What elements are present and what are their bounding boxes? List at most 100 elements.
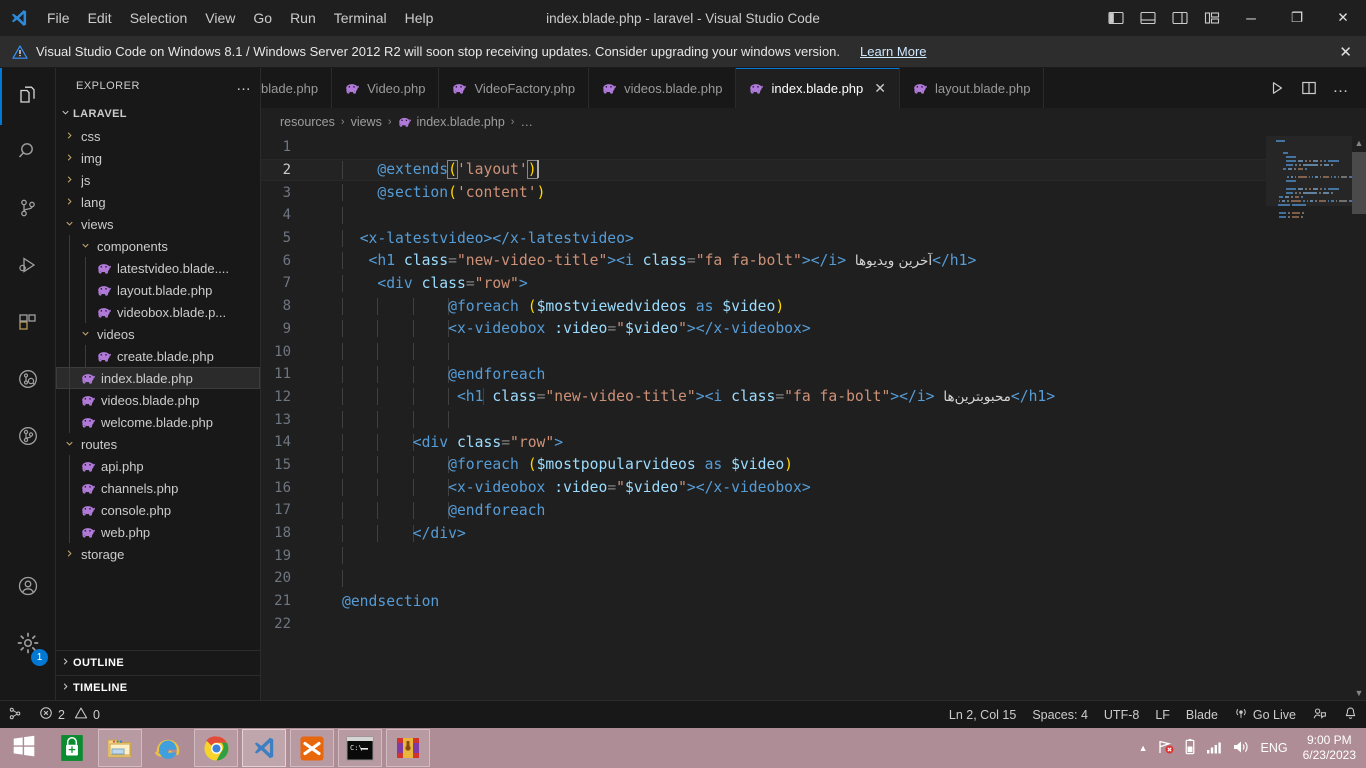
code-line[interactable]: 22	[261, 612, 1266, 635]
editor-tab-videofactory-php[interactable]: VideoFactory.php	[439, 68, 590, 108]
status-notifications[interactable]	[1335, 701, 1366, 729]
status-eol[interactable]: LF	[1147, 701, 1178, 729]
signal-icon[interactable]	[1205, 739, 1223, 758]
line-content[interactable]: @endsection	[313, 593, 1266, 610]
code-line[interactable]: 9 <x-videobox :video="$video"></x-videob…	[261, 318, 1266, 341]
tree-item-components[interactable]: components	[56, 235, 260, 257]
code-line[interactable]: 1	[261, 136, 1266, 159]
more-actions-button[interactable]: …	[1326, 73, 1356, 103]
breadcrumb-item[interactable]: …	[520, 115, 533, 129]
code-line[interactable]: 3 @section('content')	[261, 181, 1266, 204]
tree-item-lang[interactable]: lang	[56, 191, 260, 213]
taskbar-visual-studio-code[interactable]	[242, 729, 286, 767]
code-line[interactable]: 10	[261, 340, 1266, 363]
line-content[interactable]: <div class="row">	[313, 433, 1266, 451]
activity-item-search[interactable]	[0, 125, 56, 182]
taskbar-command-prompt[interactable]: C:\	[338, 729, 382, 767]
tree-item-routes[interactable]: routes	[56, 433, 260, 455]
breadcrumb-item[interactable]: index.blade.php	[398, 115, 505, 129]
code-line[interactable]: 16 <x-videobox :video="$video"></x-video…	[261, 476, 1266, 499]
status-problems[interactable]: 2 0	[31, 701, 108, 729]
taskbar-store[interactable]	[50, 729, 94, 767]
menu-view[interactable]: View	[197, 5, 243, 31]
tree-item-videos-blade-php[interactable]: videos.blade.php	[56, 389, 260, 411]
tree-item-api-php[interactable]: api.php	[56, 455, 260, 477]
menu-terminal[interactable]: Terminal	[326, 5, 395, 31]
activity-item-run-and-debug[interactable]	[0, 239, 56, 296]
line-content[interactable]	[313, 206, 1266, 224]
editor-tab-index-blade-php[interactable]: index.blade.php ✕	[736, 68, 901, 108]
line-content[interactable]	[313, 411, 1266, 429]
minimap-slider[interactable]	[1266, 136, 1352, 206]
tree-item-videobox-blade-p[interactable]: videobox.blade.p...	[56, 301, 260, 323]
editor-minimap[interactable]	[1266, 136, 1352, 700]
scroll-up-arrow[interactable]: ▲	[1352, 136, 1366, 150]
tray-clock[interactable]: 9:00 PM 6/23/2023	[1299, 733, 1356, 763]
window-close-button[interactable]: ✕	[1320, 0, 1366, 36]
line-content[interactable]	[313, 569, 1266, 587]
line-content[interactable]: @foreach ($mostviewedvideos as $video)	[313, 297, 1266, 315]
window-restore-button[interactable]: ❐	[1274, 0, 1320, 36]
banner-close-icon[interactable]: ✕	[1339, 43, 1352, 61]
volume-icon[interactable]	[1232, 739, 1250, 758]
tree-item-web-php[interactable]: web.php	[56, 521, 260, 543]
start-button[interactable]	[0, 728, 48, 768]
taskbar-file-explorer[interactable]	[98, 729, 142, 767]
tree-item-console-php[interactable]: console.php	[56, 499, 260, 521]
code-line[interactable]: 12 <h1 class="new-video-title"><i class=…	[261, 386, 1266, 409]
line-content[interactable]: @foreach ($mostpopularvideos as $video)	[313, 456, 1266, 474]
editor-tab-video-php[interactable]: Video.php	[332, 68, 440, 108]
status-language-mode[interactable]: Blade	[1178, 701, 1226, 729]
taskbar-xampp[interactable]	[290, 729, 334, 767]
activity-item-source-control[interactable]	[0, 182, 56, 239]
sidebar-section-timeline[interactable]: TIMELINE	[56, 675, 260, 700]
status-live-share[interactable]	[1304, 701, 1335, 729]
explorer-more-actions-icon[interactable]: …	[236, 77, 252, 94]
tree-item-create-blade-php[interactable]: create.blade.php	[56, 345, 260, 367]
line-content[interactable]: </div>	[313, 524, 1266, 542]
network-error-icon[interactable]	[1157, 739, 1175, 758]
menu-help[interactable]: Help	[397, 5, 442, 31]
line-content[interactable]	[313, 139, 1266, 156]
run-php-file-button[interactable]	[1262, 73, 1292, 103]
tree-item-channels-php[interactable]: channels.php	[56, 477, 260, 499]
code-line[interactable]: 18 </div>	[261, 522, 1266, 545]
line-content[interactable]	[313, 615, 1266, 632]
panel-bottom-icon[interactable]	[1132, 0, 1164, 36]
status-editor-position[interactable]: Ln 2, Col 15	[941, 701, 1024, 729]
code-line[interactable]: 2 @extends('layout')	[261, 158, 1266, 182]
taskbar-google-chrome[interactable]	[194, 729, 238, 767]
menu-edit[interactable]: Edit	[80, 5, 120, 31]
tree-item-css[interactable]: css	[56, 125, 260, 147]
tree-item-js[interactable]: js	[56, 169, 260, 191]
code-lines[interactable]: 12 @extends('layout') 3 @section('content…	[261, 136, 1266, 700]
code-line[interactable]: 4	[261, 204, 1266, 227]
taskbar-internet-explorer[interactable]	[146, 729, 190, 767]
activity-item-manage-settings[interactable]: 1	[0, 617, 56, 674]
tree-item-views[interactable]: views	[56, 213, 260, 235]
menu-selection[interactable]: Selection	[122, 5, 196, 31]
banner-learn-more-link[interactable]: Learn More	[860, 44, 926, 59]
show-hidden-icons[interactable]: ▲	[1139, 743, 1148, 753]
breadcrumb-item[interactable]: views	[351, 115, 382, 129]
layout-grid-icon[interactable]	[1196, 0, 1228, 36]
tree-item-latestvideo-blade[interactable]: latestvideo.blade....	[56, 257, 260, 279]
taskbar-winrar[interactable]	[386, 729, 430, 767]
tray-language[interactable]: ENG	[1259, 741, 1290, 755]
line-content[interactable]: <h1 class="new-video-title"><i class="fa…	[313, 252, 1266, 270]
code-line[interactable]: 15 @foreach ($mostpopularvideos as $vide…	[261, 454, 1266, 477]
tree-item-img[interactable]: img	[56, 147, 260, 169]
editor-tab-blade-php[interactable]: blade.php	[261, 68, 333, 108]
status-encoding[interactable]: UTF-8	[1096, 701, 1147, 729]
scroll-down-arrow[interactable]: ▼	[1352, 686, 1366, 700]
code-line[interactable]: 21 @endsection	[261, 590, 1266, 613]
line-content[interactable]	[313, 343, 1266, 361]
code-editor[interactable]: 12 @extends('layout') 3 @section('content…	[261, 136, 1366, 700]
code-line[interactable]: 7 <div class="row">	[261, 272, 1266, 295]
line-content[interactable]: <x-latestvideo></x-latestvideo>	[313, 229, 1266, 247]
line-content[interactable]: <div class="row">	[313, 274, 1266, 292]
code-line[interactable]: 13	[261, 408, 1266, 431]
line-content[interactable]: <x-videobox :video="$video"></x-videobox…	[313, 479, 1266, 497]
activity-item-explorer[interactable]	[0, 68, 56, 125]
line-content[interactable]: <h1 class="new-video-title"><i class="fa…	[313, 388, 1266, 406]
